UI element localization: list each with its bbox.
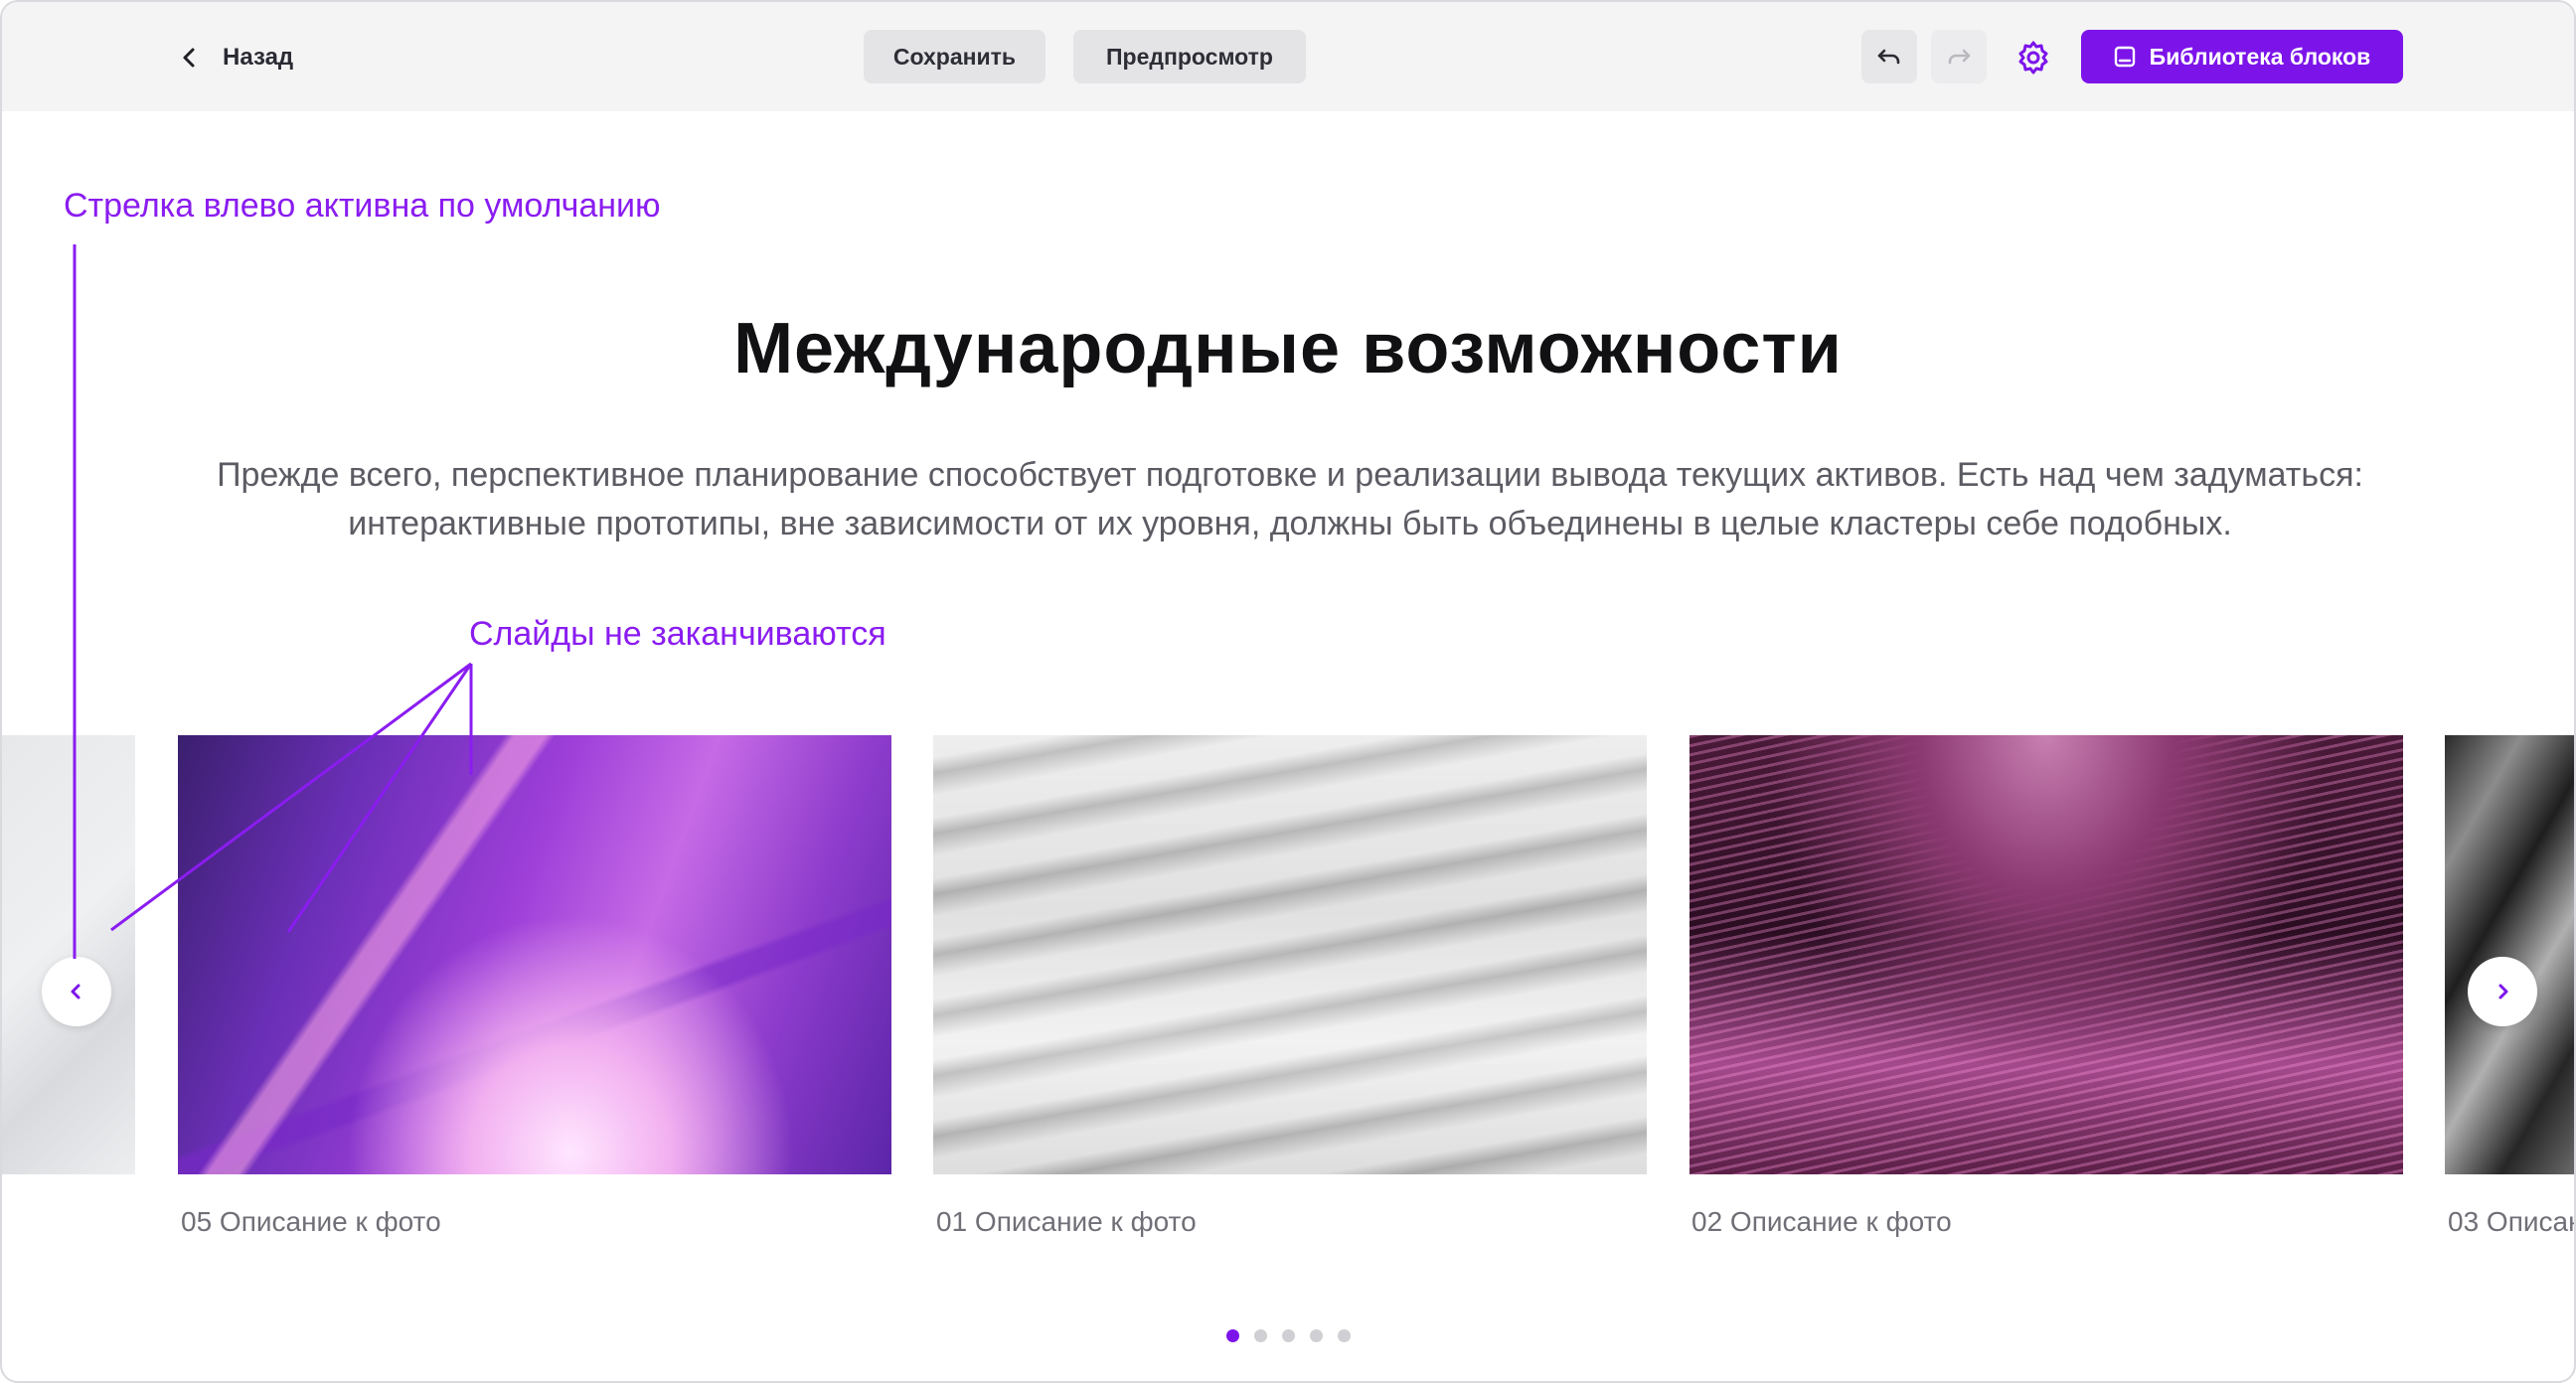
slide-caption: 05 Описание к фото [181, 1206, 441, 1237]
redo-button[interactable] [1931, 30, 1987, 83]
slide-partial-previous [2, 735, 135, 1174]
settings-button[interactable] [2013, 38, 2053, 77]
carousel-prev-button[interactable] [42, 957, 111, 1026]
pagination-dot[interactable] [1338, 1329, 1351, 1342]
block-library-button[interactable]: Библиотека блоков [2081, 30, 2403, 83]
section-title: Международные возможности [733, 309, 1843, 388]
slide-image-05 [178, 735, 891, 1174]
pagination-dot[interactable] [1254, 1329, 1267, 1342]
slide-caption: 03 Описание к фото [2448, 1206, 2574, 1237]
undo-button[interactable] [1861, 30, 1917, 83]
redo-icon [1948, 49, 1971, 65]
pagination-dot[interactable] [1282, 1329, 1295, 1342]
slide-partial-next [2445, 735, 2574, 1174]
back-button[interactable]: Назад [179, 38, 293, 77]
carousel-next-button[interactable] [2468, 957, 2537, 1026]
editor-toolbar: Назад Сохранить Предпросмотр Библиотека … [2, 2, 2574, 111]
slide-image-01 [933, 735, 1647, 1174]
library-icon [2114, 46, 2135, 68]
block-library-label: Библиотека блоков [2149, 43, 2371, 70]
save-button[interactable]: Сохранить [864, 30, 1046, 83]
chevron-left-icon [71, 984, 80, 999]
section-description: Прежде всего, перспективное планирование… [217, 456, 2363, 542]
slide-image-02 [1690, 735, 2403, 1174]
editor-frame: Назад Сохранить Предпросмотр Библиотека … [0, 0, 2576, 1383]
annotation-infinite-slides: Слайды не заканчиваются [469, 615, 886, 653]
slide-caption: 01 Описание к фото [936, 1206, 1197, 1237]
slide-caption: 02 Описание к фото [1691, 1206, 1952, 1237]
chevron-right-icon [2498, 984, 2508, 999]
back-label: Назад [223, 44, 294, 71]
gear-icon [2018, 41, 2048, 75]
preview-button[interactable]: Предпросмотр [1073, 30, 1306, 83]
chevron-left-icon [183, 48, 195, 68]
undo-icon [1877, 49, 1900, 65]
annotation-left-arrow: Стрелка влево активна по умолчанию [64, 187, 661, 225]
pagination-dot[interactable] [1226, 1329, 1239, 1342]
pagination-dot[interactable] [1310, 1329, 1323, 1342]
carousel-pagination [1226, 1329, 1351, 1342]
